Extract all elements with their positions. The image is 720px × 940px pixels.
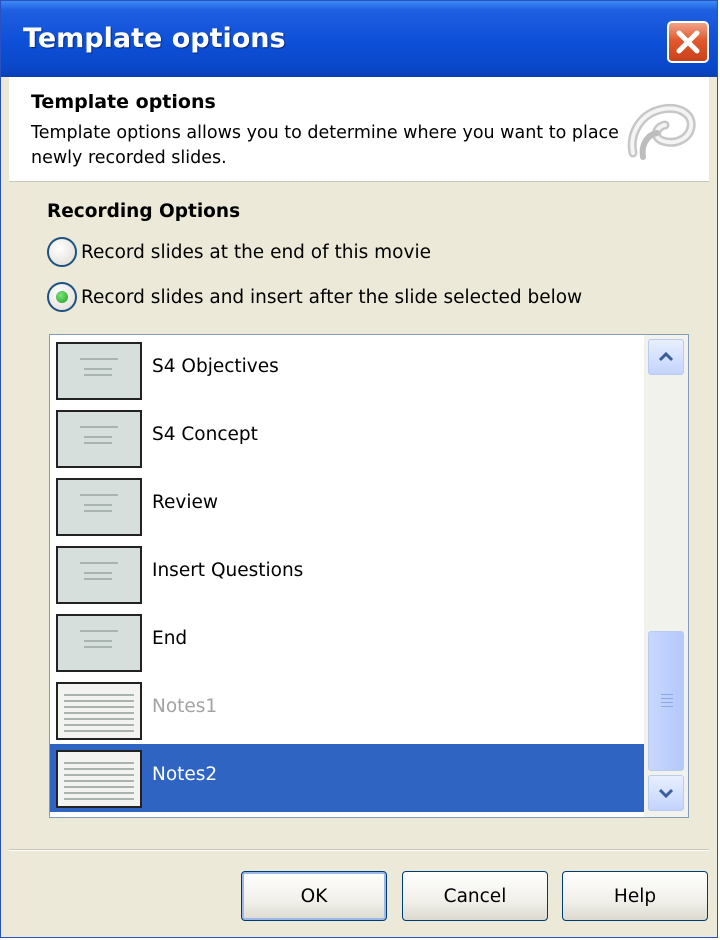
slide-label: S4 Objectives — [152, 356, 279, 377]
list-item[interactable]: S4 Concept — [50, 404, 644, 472]
radio-label: Record slides at the end of this movie — [81, 241, 431, 263]
scroll-up-button[interactable] — [648, 339, 684, 375]
slide-thumbnail — [56, 614, 142, 672]
slide-thumbnail — [56, 342, 142, 400]
slide-thumbnail — [56, 478, 142, 536]
footer-separator — [9, 849, 709, 851]
list-item[interactable]: Insert Questions — [50, 540, 644, 608]
close-icon — [676, 30, 700, 54]
slide-thumbnail — [56, 750, 142, 808]
cancel-button[interactable]: Cancel — [402, 871, 548, 921]
list-item[interactable]: End — [50, 608, 644, 676]
slide-label: S4 Concept — [152, 424, 258, 445]
chevron-up-icon — [658, 351, 674, 362]
header-description: Template options allows you to determine… — [31, 123, 619, 168]
close-button[interactable] — [667, 21, 709, 63]
slide-list[interactable]: S4 Objectives S4 Concept Review Insert Ques… — [49, 334, 689, 818]
radio-record-at-end[interactable]: Record slides at the end of this movie — [47, 237, 431, 267]
ok-button[interactable]: OK — [241, 871, 387, 921]
radio-insert-after-selected[interactable]: Record slides and insert after the slide… — [47, 282, 582, 312]
list-item[interactable]: S4 Objectives — [50, 336, 644, 404]
help-button[interactable]: Help — [562, 871, 708, 921]
header-title: Template options — [31, 91, 216, 113]
radio-button[interactable] — [47, 282, 77, 312]
radio-label: Record slides and insert after the slide… — [81, 286, 583, 308]
window-title: Template options — [23, 23, 286, 54]
slide-label: Notes1 — [152, 696, 218, 717]
slide-label: Insert Questions — [152, 560, 304, 581]
radio-button[interactable] — [47, 237, 77, 267]
vertical-scrollbar[interactable] — [644, 335, 688, 817]
recording-options-label: Recording Options — [47, 201, 241, 222]
scroll-thumb[interactable] — [648, 631, 684, 771]
header-panel: Template options Template options allows… — [9, 77, 709, 182]
scroll-down-button[interactable] — [648, 775, 684, 811]
slide-thumbnail — [56, 546, 142, 604]
slide-thumbnail — [56, 410, 142, 468]
chevron-down-icon — [658, 788, 674, 799]
slide-label: End — [152, 628, 188, 649]
list-item[interactable]: Notes1 — [50, 676, 644, 744]
app-logo-icon — [627, 103, 696, 160]
list-item[interactable]: Review — [50, 472, 644, 540]
slide-label: Notes2 — [152, 764, 218, 785]
slide-thumbnail — [56, 682, 142, 740]
slide-label: Review — [152, 492, 219, 513]
list-item[interactable]: Notes2 — [50, 744, 644, 812]
template-options-dialog: Template options Template options Templa… — [0, 0, 718, 938]
title-bar[interactable]: Template options — [1, 1, 717, 77]
